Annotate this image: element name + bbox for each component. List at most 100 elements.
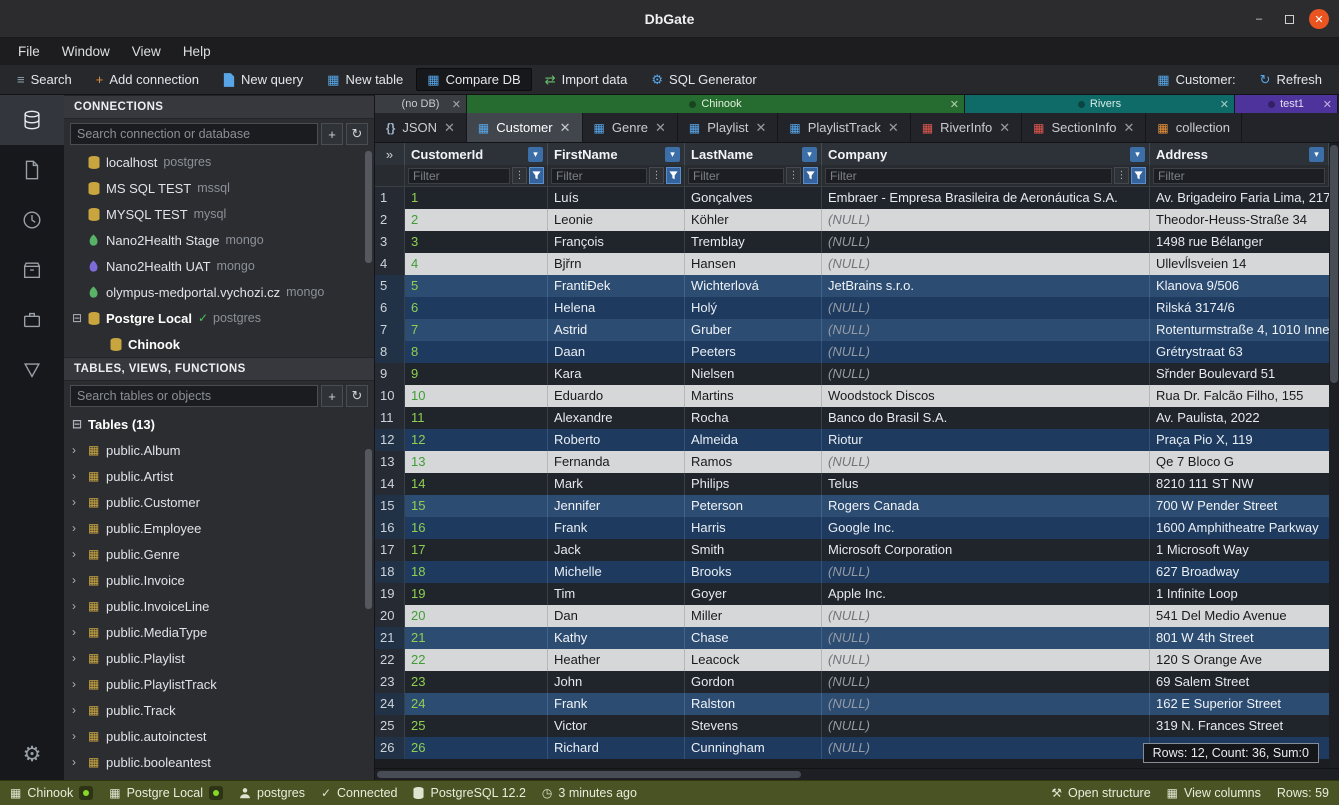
connection-item[interactable]: Chinook <box>64 331 374 357</box>
file-tab[interactable]: ▦ Genre ✕ <box>583 113 678 142</box>
cell-customerid[interactable]: 15 <box>405 495 548 517</box>
table-row[interactable]: 1 1 Luís Gonçalves Embraer - Empresa Bra… <box>375 187 1329 209</box>
table-row[interactable]: 3 3 François Tremblay (NULL) 1498 rue Bé… <box>375 231 1329 253</box>
row-number[interactable]: 23 <box>375 671 405 693</box>
cell-company[interactable]: (NULL) <box>822 209 1150 231</box>
cell-customerid[interactable]: 20 <box>405 605 548 627</box>
row-number[interactable]: 11 <box>375 407 405 429</box>
cell-customerid[interactable]: 22 <box>405 649 548 671</box>
toolbar-button[interactable]: ⇄ Import data <box>534 68 639 91</box>
menu-item[interactable]: Window <box>52 41 120 62</box>
toolbar-button[interactable]: ▦ Compare DB <box>416 68 531 91</box>
cell-lastname[interactable]: Brooks <box>685 561 822 583</box>
cell-address[interactable]: Av. Brigadeiro Faria Lima, 2170 <box>1150 187 1329 209</box>
cell-address[interactable]: 1600 Amphitheatre Parkway <box>1150 517 1329 539</box>
cell-customerid[interactable]: 5 <box>405 275 548 297</box>
toolbar-button[interactable]: New query <box>212 68 314 91</box>
table-item[interactable]: › ▦ public.PlaylistTrack <box>64 671 374 697</box>
cell-firstname[interactable]: Michelle <box>548 561 685 583</box>
statusbar-item[interactable]: ⚒ Open structure <box>1051 786 1150 800</box>
cell-firstname[interactable]: Jennifer <box>548 495 685 517</box>
cell-lastname[interactable]: Tremblay <box>685 231 822 253</box>
cell-company[interactable]: (NULL) <box>822 319 1150 341</box>
rail-filter-button[interactable] <box>0 345 64 395</box>
row-number[interactable]: 21 <box>375 627 405 649</box>
table-row[interactable]: 6 6 Helena Holý (NULL) Rilská 3174/6 <box>375 297 1329 319</box>
row-number[interactable]: 13 <box>375 451 405 473</box>
cell-customerid[interactable]: 18 <box>405 561 548 583</box>
cell-firstname[interactable]: Fernanda <box>548 451 685 473</box>
statusbar-item[interactable]: ▦ Chinook <box>10 786 93 800</box>
connection-item[interactable]: Nano2Health Stage mongo <box>64 227 374 253</box>
row-number[interactable]: 9 <box>375 363 405 385</box>
toolbar-button[interactable]: ⚙ SQL Generator <box>640 68 767 91</box>
chevron-right-icon[interactable]: › <box>72 729 88 743</box>
cell-lastname[interactable]: Wichterlová <box>685 275 822 297</box>
cell-customerid[interactable]: 25 <box>405 715 548 737</box>
filter-input[interactable] <box>825 168 1112 184</box>
table-item[interactable]: › ▦ public.Genre <box>64 541 374 567</box>
row-number[interactable]: 22 <box>375 649 405 671</box>
minimize-button[interactable]: – <box>1249 9 1269 29</box>
settings-button[interactable]: ⚙ <box>0 728 64 780</box>
cell-customerid[interactable]: 21 <box>405 627 548 649</box>
close-icon[interactable]: ✕ <box>755 120 766 136</box>
toolbar-button[interactable]: ≡ Search <box>6 68 83 91</box>
table-row[interactable]: 8 8 Daan Peeters (NULL) Grétrystraat 63 <box>375 341 1329 363</box>
cell-customerid[interactable]: 10 <box>405 385 548 407</box>
cell-firstname[interactable]: Alexandre <box>548 407 685 429</box>
funnel-icon[interactable] <box>666 167 681 184</box>
connection-item[interactable]: Nano2Health UAT mongo <box>64 253 374 279</box>
row-number[interactable]: 24 <box>375 693 405 715</box>
table-item[interactable]: › ▦ public.Customer <box>64 489 374 515</box>
column-header[interactable]: CustomerId ▾ <box>405 143 548 165</box>
funnel-icon[interactable] <box>803 167 818 184</box>
close-icon[interactable]: ✕ <box>444 120 455 136</box>
cell-lastname[interactable]: Peterson <box>685 495 822 517</box>
row-number[interactable]: 20 <box>375 605 405 627</box>
chevron-right-icon[interactable]: › <box>72 651 88 665</box>
cell-company[interactable]: (NULL) <box>822 715 1150 737</box>
table-item[interactable]: › ▦ public.Playlist <box>64 645 374 671</box>
cell-company[interactable]: Riotur <box>822 429 1150 451</box>
column-header[interactable]: FirstName ▾ <box>548 143 685 165</box>
cell-address[interactable]: 120 S Orange Ave <box>1150 649 1329 671</box>
cell-lastname[interactable]: Almeida <box>685 429 822 451</box>
close-icon[interactable]: ✕ <box>1220 98 1229 111</box>
file-tab[interactable]: ▦ SectionInfo ✕ <box>1022 113 1146 142</box>
table-row[interactable]: 16 16 Frank Harris Google Inc. 1600 Amph… <box>375 517 1329 539</box>
menu-item[interactable]: View <box>122 41 171 62</box>
file-tab[interactable]: ▦ PlaylistTrack ✕ <box>778 113 910 142</box>
close-button[interactable]: ✕ <box>1309 9 1329 29</box>
cell-firstname[interactable]: Luís <box>548 187 685 209</box>
connections-scrollbar-thumb[interactable] <box>365 151 372 263</box>
table-row[interactable]: 7 7 Astrid Gruber (NULL) Rotenturmstraße… <box>375 319 1329 341</box>
close-icon[interactable]: ✕ <box>950 98 959 111</box>
row-number[interactable]: 7 <box>375 319 405 341</box>
cell-customerid[interactable]: 11 <box>405 407 548 429</box>
cell-address[interactable]: Praça Pio X, 119 <box>1150 429 1329 451</box>
close-icon[interactable]: ✕ <box>888 120 899 136</box>
cell-address[interactable]: Theodor-Heuss-Straße 34 <box>1150 209 1329 231</box>
table-item[interactable]: › ▦ public.booleantest <box>64 749 374 775</box>
cell-firstname[interactable]: Victor <box>548 715 685 737</box>
table-row[interactable]: 2 2 Leonie Köhler (NULL) Theodor-Heuss-S… <box>375 209 1329 231</box>
refresh-connections-button[interactable]: ↻ <box>346 123 368 145</box>
cell-firstname[interactable]: Jack <box>548 539 685 561</box>
cell-address[interactable]: 801 W 4th Street <box>1150 627 1329 649</box>
cell-customerid[interactable]: 17 <box>405 539 548 561</box>
tables-group[interactable]: ⊟ Tables (13) <box>64 411 374 437</box>
rail-files-button[interactable] <box>0 145 64 195</box>
cell-lastname[interactable]: Gordon <box>685 671 822 693</box>
statusbar-item[interactable]: ✓ Connected <box>321 786 398 800</box>
file-tab[interactable]: ▦ Playlist ✕ <box>678 113 778 142</box>
cell-company[interactable]: (NULL) <box>822 363 1150 385</box>
cell-customerid[interactable]: 3 <box>405 231 548 253</box>
column-dropdown-button[interactable]: ▾ <box>1130 147 1145 162</box>
column-header[interactable]: LastName ▾ <box>685 143 822 165</box>
cell-company[interactable]: Woodstock Discos <box>822 385 1150 407</box>
table-row[interactable]: 20 20 Dan Miller (NULL) 541 Del Medio Av… <box>375 605 1329 627</box>
cell-lastname[interactable]: Smith <box>685 539 822 561</box>
cell-customerid[interactable]: 8 <box>405 341 548 363</box>
cell-customerid[interactable]: 14 <box>405 473 548 495</box>
